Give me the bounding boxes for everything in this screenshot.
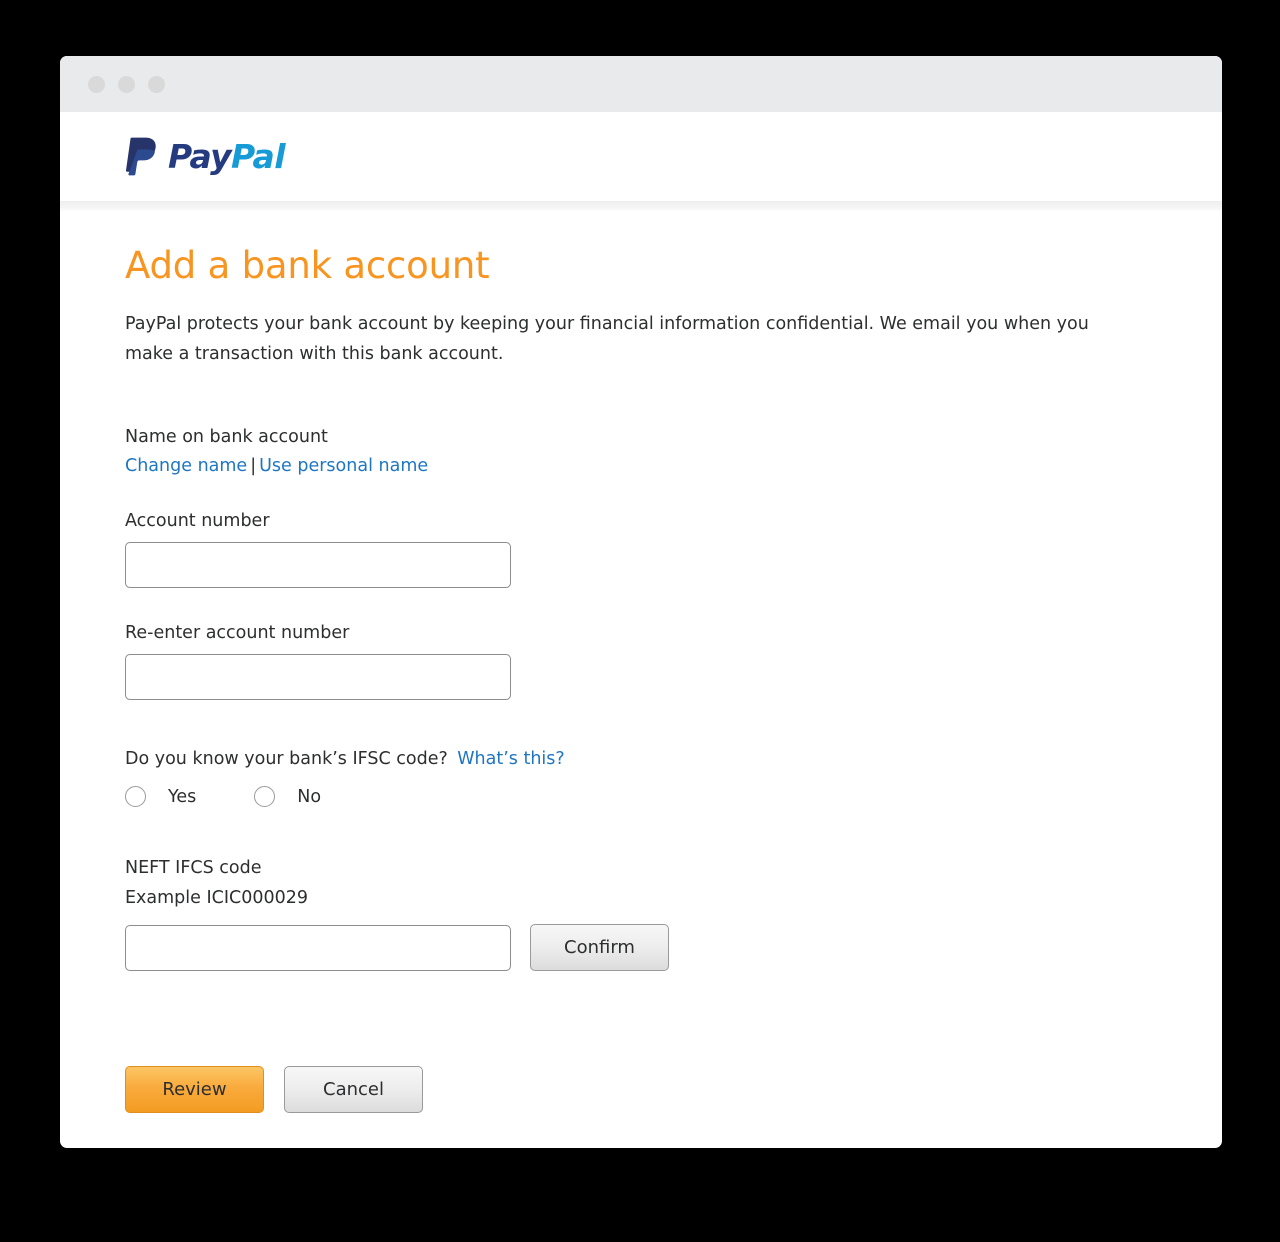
- radio-no-circle-icon[interactable]: [254, 786, 276, 807]
- radio-option-no[interactable]: No: [254, 786, 321, 807]
- account-number-label: Account number: [125, 511, 270, 531]
- wordmark-pay: Pay: [168, 137, 232, 176]
- window-titlebar: [60, 56, 1222, 112]
- radio-yes-label: Yes: [168, 786, 197, 807]
- reenter-account-number-group: Re-enter account number: [125, 620, 1157, 700]
- name-links-row: Change name | Use personal name: [125, 456, 1157, 476]
- bank-account-form: Name on bank account Change name | Use per…: [125, 424, 1157, 1113]
- link-separator: |: [250, 456, 257, 476]
- confirm-button[interactable]: Confirm: [530, 924, 669, 971]
- neft-ifsc-input[interactable]: [125, 924, 511, 971]
- browser-window: PayPal Add a bank account PayPal protect…: [60, 56, 1222, 1148]
- name-on-account-label: Name on bank account: [125, 427, 328, 447]
- minimize-dot[interactable]: [118, 75, 135, 93]
- account-number-group: Account number: [125, 508, 1157, 588]
- whats-this-link[interactable]: What’s this?: [457, 749, 564, 769]
- maximize-dot[interactable]: [148, 75, 165, 93]
- neft-ifsc-label: NEFT IFCS code: [125, 858, 262, 878]
- reenter-account-number-label: Re-enter account number: [125, 623, 350, 643]
- review-button[interactable]: Review: [125, 1066, 264, 1113]
- use-personal-name-link[interactable]: Use personal name: [259, 456, 428, 476]
- close-dot[interactable]: [88, 75, 105, 93]
- wordmark-pal: Pal: [231, 137, 285, 176]
- name-on-account-section: Name on bank account Change name | Use per…: [125, 424, 1157, 476]
- neft-ifsc-example: Example ICIC000029: [125, 888, 309, 908]
- neft-ifsc-input-row: Confirm: [125, 924, 1157, 971]
- ifsc-question-text: Do you know your bank’s IFSC code?: [125, 749, 448, 769]
- page-intro-text: PayPal protects your bank account by kee…: [125, 314, 1089, 364]
- paypal-logo[interactable]: PayPal: [125, 137, 286, 177]
- radio-yes-circle-icon[interactable]: [125, 786, 146, 807]
- header-divider: [60, 201, 1222, 211]
- radio-option-yes[interactable]: Yes: [125, 786, 196, 807]
- change-name-link[interactable]: Change name: [125, 456, 247, 476]
- site-header: PayPal: [60, 112, 1222, 201]
- neft-ifsc-section: NEFT IFCS code Example ICIC000029 Confir…: [125, 855, 1157, 971]
- form-actions: Review Cancel: [125, 1066, 1157, 1113]
- cancel-button[interactable]: Cancel: [284, 1066, 423, 1113]
- paypal-p-logo-icon: [125, 137, 156, 175]
- ifsc-question-row: Do you know your bank’s IFSC code? What’…: [125, 746, 1157, 772]
- ifsc-radio-group: Yes No: [125, 786, 1157, 807]
- ifsc-question-section: Do you know your bank’s IFSC code? What’…: [125, 746, 1157, 807]
- reenter-account-number-input[interactable]: [125, 654, 511, 700]
- radio-no-label: No: [297, 786, 322, 807]
- paypal-wordmark: PayPal: [168, 137, 286, 176]
- page-title: Add a bank account: [125, 244, 490, 287]
- page-content: Add a bank account PayPal protects your …: [60, 211, 1222, 1113]
- account-number-input[interactable]: [125, 542, 511, 588]
